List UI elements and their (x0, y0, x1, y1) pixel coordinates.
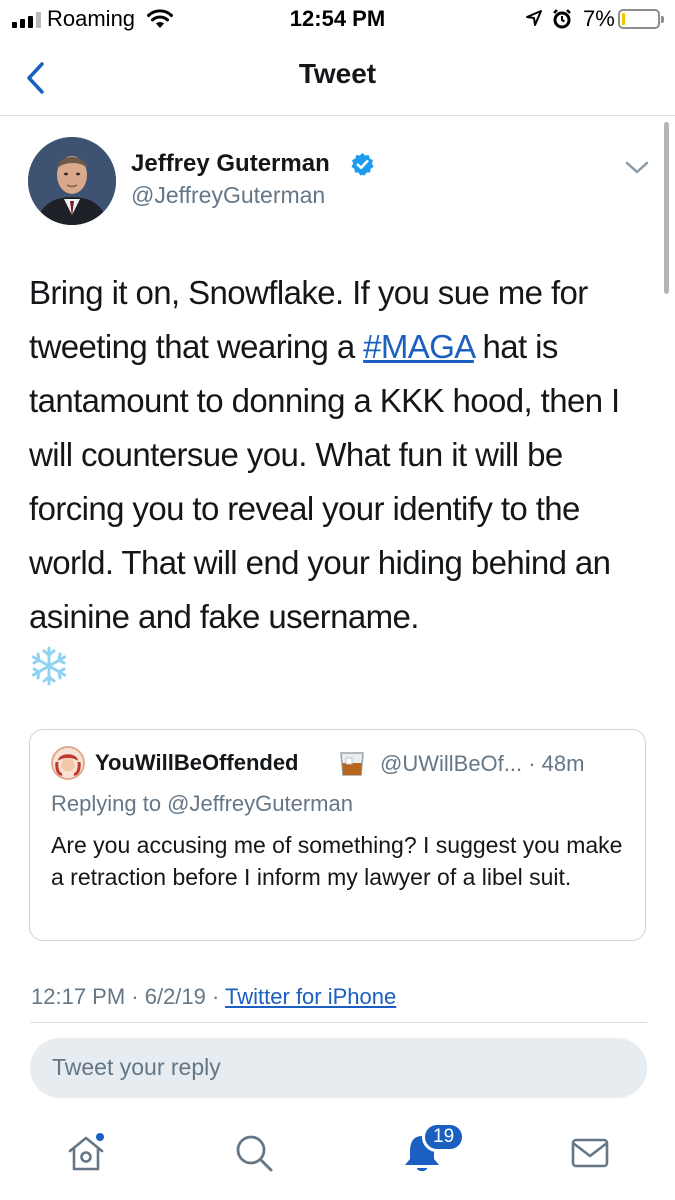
whiskey-glass-icon (340, 752, 364, 776)
tweet-timestamp: 12:17 PM · 6/2/19 · Twitter for iPhone (31, 984, 396, 1010)
timestamp-text: 12:17 PM · 6/2/19 · (31, 984, 226, 1009)
hashtag-link[interactable]: #MAGA (363, 328, 474, 365)
author-handle[interactable]: @JeffreyGuterman (131, 182, 325, 209)
battery-percent: 7% (583, 6, 615, 31)
quoted-tweet-card[interactable]: YouWillBeOffended @UWillBeOf... · 48m Re… (29, 729, 646, 941)
quoted-author-avatar[interactable] (51, 746, 85, 780)
author-avatar[interactable] (28, 137, 116, 225)
battery-icon (618, 9, 664, 29)
home-icon[interactable] (64, 1131, 108, 1175)
author-photo (28, 137, 116, 225)
author-name[interactable]: Jeffrey Guterman (131, 150, 330, 178)
battery-level (622, 13, 625, 25)
nav-bar: Tweet (0, 40, 675, 116)
reply-input[interactable]: Tweet your reply (30, 1038, 647, 1098)
scrollbar[interactable] (664, 122, 669, 294)
location-arrow-icon (526, 10, 542, 26)
page-title: Tweet (298, 58, 377, 89)
snowflake-icon (31, 646, 67, 686)
quoted-replying-to[interactable]: Replying to @JeffreyGuterman (51, 791, 353, 817)
alarm-icon (553, 9, 571, 29)
clock: 12:54 PM (289, 6, 386, 31)
mail-icon[interactable] (568, 1131, 612, 1175)
quoted-avatar-image (53, 748, 83, 778)
notifications-count-badge[interactable]: 19 (422, 1122, 466, 1152)
tab-bar (0, 1115, 675, 1200)
quoted-author-name[interactable]: YouWillBeOffended (95, 750, 299, 776)
tweet-text: Bring it on, Snowflake. If you sue me fo… (29, 266, 659, 644)
verified-badge-icon (351, 153, 374, 176)
quoted-handle-and-time: @UWillBeOf... · 48m (380, 751, 585, 776)
divider (30, 1022, 647, 1023)
chevron-down-icon[interactable] (624, 158, 650, 178)
status-bar: Roaming 12:54 PM 7% (0, 0, 675, 40)
battery-nub (661, 16, 664, 23)
source-link[interactable]: Twitter for iPhone (225, 984, 396, 1009)
reply-placeholder: Tweet your reply (52, 1054, 221, 1080)
search-icon[interactable] (232, 1131, 276, 1175)
quoted-tweet-text: Are you accusing me of something? I sugg… (51, 832, 623, 890)
tweet-text-part: hat is tantamount to donning a KKK hood,… (29, 328, 620, 635)
